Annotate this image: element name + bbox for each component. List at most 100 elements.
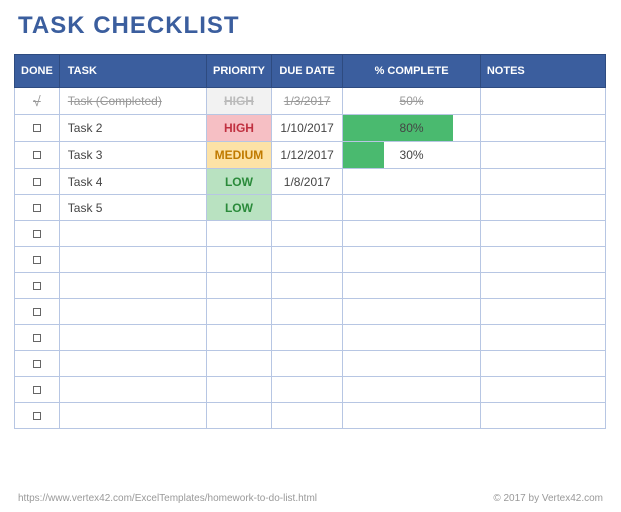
cell-pct-complete[interactable]: 30% [343,142,481,169]
cell-task[interactable]: Task 5 [59,195,206,221]
cell-notes[interactable] [480,169,605,195]
cell-done[interactable] [15,351,60,377]
cell-task[interactable] [59,377,206,403]
cell-notes[interactable] [480,221,605,247]
cell-priority[interactable] [207,247,272,273]
table-row: √Task (Completed)HIGH1/3/201750% [15,88,606,115]
cell-done[interactable] [15,247,60,273]
cell-pct-complete[interactable] [343,195,481,221]
cell-priority[interactable]: MEDIUM [207,142,272,169]
cell-task[interactable] [59,325,206,351]
table-row [15,377,606,403]
cell-notes[interactable] [480,377,605,403]
cell-pct-complete[interactable] [343,377,481,403]
cell-due-date[interactable] [271,351,342,377]
cell-priority[interactable]: HIGH [207,88,272,115]
cell-done[interactable] [15,195,60,221]
checkbox-icon [33,178,41,186]
checkbox-icon [33,412,41,420]
cell-task[interactable] [59,299,206,325]
checkbox-icon [33,334,41,342]
cell-done[interactable] [15,169,60,195]
cell-priority[interactable]: LOW [207,169,272,195]
cell-notes[interactable] [480,299,605,325]
cell-pct-complete[interactable] [343,247,481,273]
checkbox-icon [33,204,41,212]
cell-due-date[interactable] [271,195,342,221]
cell-pct-complete[interactable] [343,273,481,299]
cell-done[interactable]: √ [15,88,60,115]
cell-pct-complete[interactable] [343,403,481,429]
cell-task[interactable]: Task (Completed) [59,88,206,115]
cell-task[interactable] [59,221,206,247]
cell-pct-complete[interactable]: 80% [343,115,481,142]
cell-priority[interactable]: LOW [207,195,272,221]
cell-priority[interactable] [207,325,272,351]
cell-due-date[interactable] [271,273,342,299]
cell-done[interactable] [15,299,60,325]
cell-priority[interactable] [207,221,272,247]
cell-priority[interactable] [207,403,272,429]
cell-priority[interactable] [207,351,272,377]
cell-pct-complete[interactable] [343,169,481,195]
col-header-due: DUE DATE [271,55,342,88]
table-row: Task 5LOW [15,195,606,221]
cell-due-date[interactable] [271,325,342,351]
cell-pct-complete[interactable] [343,221,481,247]
table-row: Task 4LOW1/8/2017 [15,169,606,195]
cell-notes[interactable] [480,273,605,299]
cell-due-date[interactable] [271,221,342,247]
col-header-task: TASK [59,55,206,88]
cell-done[interactable] [15,403,60,429]
cell-task[interactable] [59,273,206,299]
cell-done[interactable] [15,325,60,351]
cell-notes[interactable] [480,247,605,273]
cell-task[interactable] [59,247,206,273]
cell-due-date[interactable]: 1/8/2017 [271,169,342,195]
cell-priority[interactable] [207,273,272,299]
pct-label: 30% [343,142,480,168]
cell-notes[interactable] [480,115,605,142]
cell-notes[interactable] [480,351,605,377]
cell-due-date[interactable] [271,403,342,429]
page-title: TASK CHECKLIST [0,0,621,46]
cell-notes[interactable] [480,403,605,429]
cell-priority[interactable] [207,299,272,325]
cell-due-date[interactable] [271,247,342,273]
cell-task[interactable]: Task 4 [59,169,206,195]
cell-pct-complete[interactable] [343,351,481,377]
cell-due-date[interactable]: 1/3/2017 [271,88,342,115]
cell-due-date[interactable]: 1/10/2017 [271,115,342,142]
cell-done[interactable] [15,115,60,142]
cell-notes[interactable] [480,142,605,169]
cell-task[interactable]: Task 2 [59,115,206,142]
cell-priority[interactable] [207,377,272,403]
pct-label: 50% [343,88,480,114]
cell-pct-complete[interactable] [343,299,481,325]
cell-task[interactable] [59,351,206,377]
cell-done[interactable] [15,142,60,169]
cell-done[interactable] [15,377,60,403]
col-header-pct: % COMPLETE [343,55,481,88]
cell-due-date[interactable] [271,377,342,403]
cell-notes[interactable] [480,195,605,221]
checkbox-icon [33,308,41,316]
cell-task[interactable]: Task 3 [59,142,206,169]
cell-due-date[interactable]: 1/12/2017 [271,142,342,169]
footer-url: https://www.vertex42.com/ExcelTemplates/… [18,493,317,504]
cell-notes[interactable] [480,325,605,351]
col-header-priority: PRIORITY [207,55,272,88]
table-row: Task 2HIGH1/10/201780% [15,115,606,142]
checkbox-icon [33,151,41,159]
checkbox-icon [33,124,41,132]
cell-notes[interactable] [480,88,605,115]
cell-pct-complete[interactable] [343,325,481,351]
footer-copyright: © 2017 by Vertex42.com [493,493,603,504]
cell-done[interactable] [15,221,60,247]
checkbox-icon [33,230,41,238]
cell-pct-complete[interactable]: 50% [343,88,481,115]
cell-priority[interactable]: HIGH [207,115,272,142]
cell-due-date[interactable] [271,299,342,325]
cell-done[interactable] [15,273,60,299]
cell-task[interactable] [59,403,206,429]
